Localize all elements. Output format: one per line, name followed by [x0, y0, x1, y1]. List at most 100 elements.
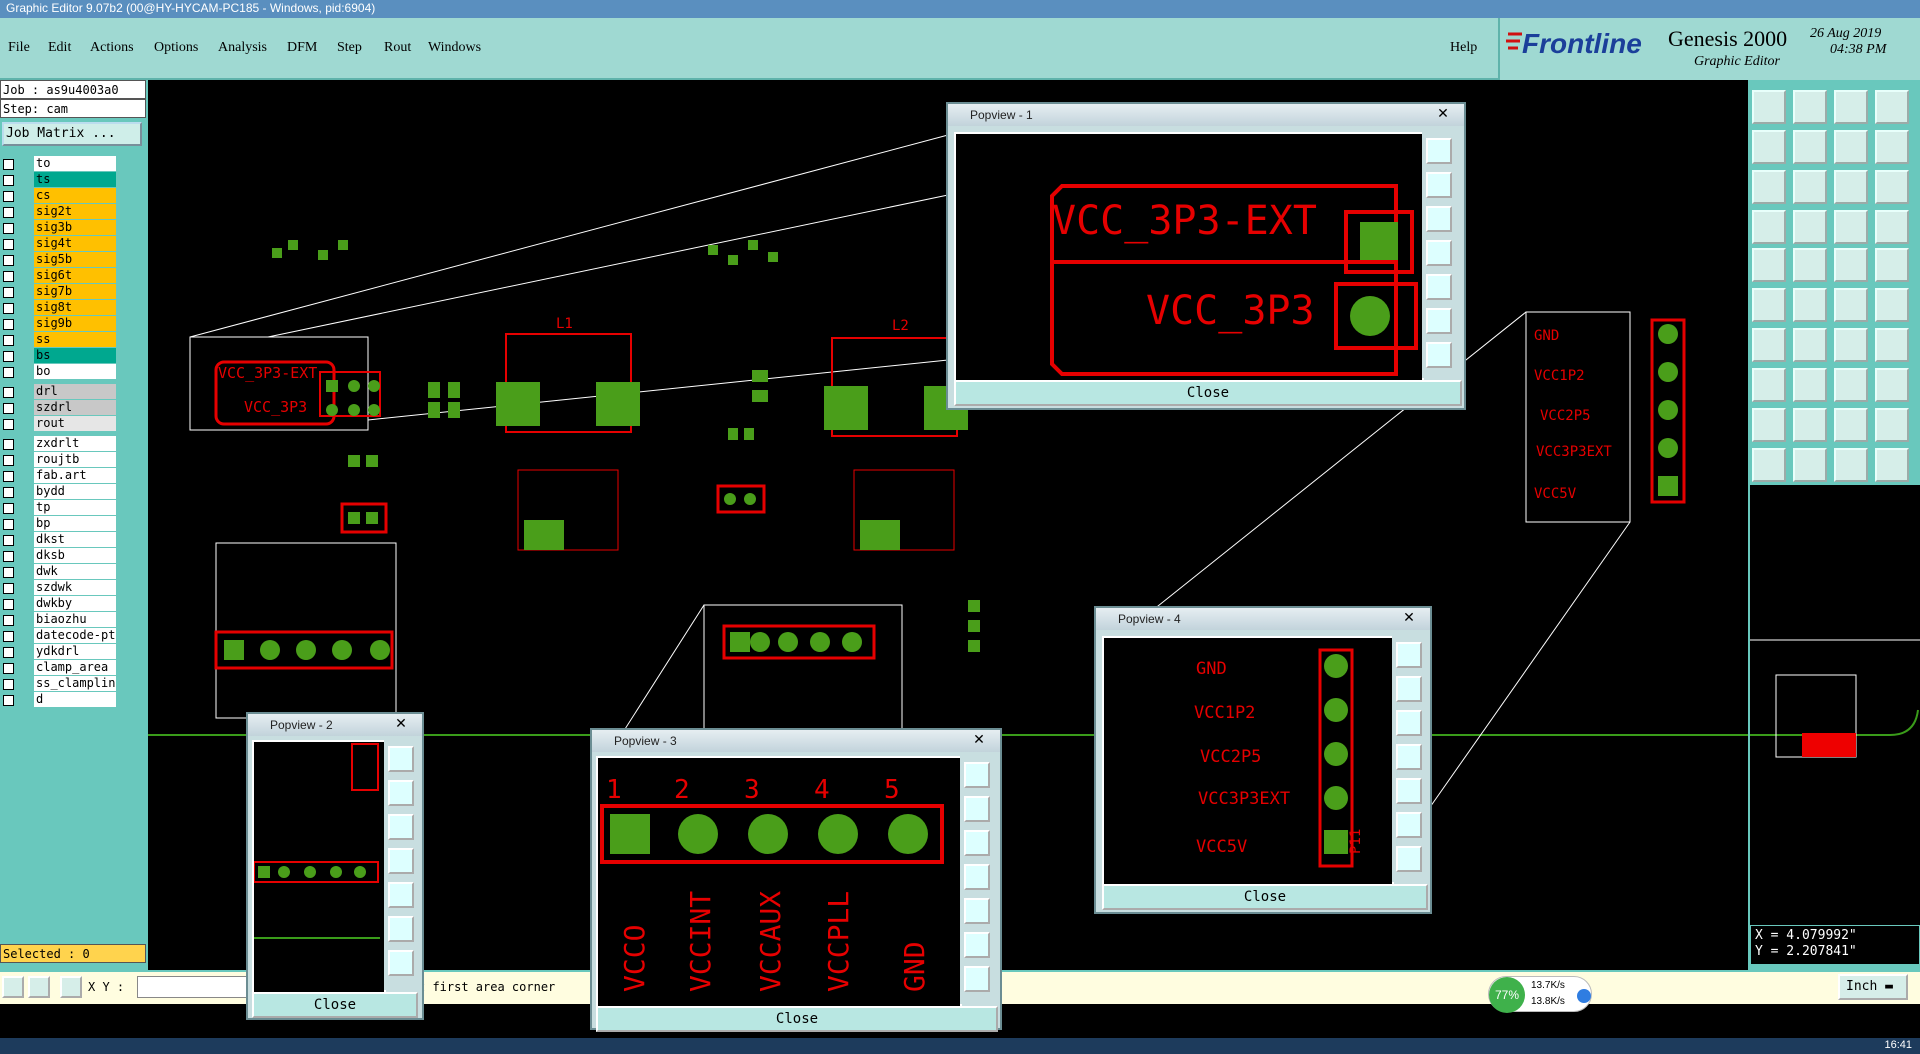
- layer-row[interactable]: sig4t: [0, 236, 116, 251]
- popview-2-zoom-tool-4-icon[interactable]: [388, 848, 414, 874]
- layer-checkbox[interactable]: [3, 599, 14, 610]
- layer-checkbox[interactable]: [3, 319, 14, 330]
- layer-checkbox[interactable]: [3, 567, 14, 578]
- layer-checkbox[interactable]: [3, 191, 14, 202]
- tool-button-1-icon[interactable]: [1752, 90, 1786, 124]
- network-plus-icon[interactable]: [1577, 989, 1591, 1003]
- layer-checkbox[interactable]: [3, 471, 14, 482]
- layer-checkbox[interactable]: [3, 303, 14, 314]
- tool-button-20-icon[interactable]: [1875, 248, 1909, 282]
- menu-actions[interactable]: Actions: [90, 40, 134, 56]
- status-tool-2-icon[interactable]: [28, 976, 50, 998]
- tool-button-3-icon[interactable]: [1834, 90, 1868, 124]
- tool-button-5-icon[interactable]: [1752, 130, 1786, 164]
- menu-dfm[interactable]: DFM: [287, 40, 317, 56]
- popview-2-zoom-tool-3-icon[interactable]: [388, 814, 414, 840]
- layer-row[interactable]: bydd: [0, 484, 116, 499]
- tool-button-33-icon[interactable]: [1752, 408, 1786, 442]
- tool-button-4-icon[interactable]: [1875, 90, 1909, 124]
- menu-file[interactable]: File: [8, 40, 30, 56]
- tool-button-28-icon[interactable]: [1875, 328, 1909, 362]
- popview-4-zoom-tool-3-icon[interactable]: [1396, 710, 1422, 736]
- tool-button-12-icon[interactable]: [1875, 170, 1909, 204]
- job-matrix-button[interactable]: Job Matrix ...: [2, 122, 142, 146]
- popview-3-zoom-tool-2-icon[interactable]: [964, 796, 990, 822]
- layer-row[interactable]: cs: [0, 188, 116, 203]
- layer-row[interactable]: ss: [0, 332, 116, 347]
- popview-4-zoom-tool-7-icon[interactable]: [1396, 846, 1422, 872]
- popview-4-zoom-tool-4-icon[interactable]: [1396, 744, 1422, 770]
- layer-row[interactable]: sig8t: [0, 300, 116, 315]
- layer-checkbox[interactable]: [3, 403, 14, 414]
- popview-2-zoom-tool-5-icon[interactable]: [388, 882, 414, 908]
- layer-row[interactable]: szdrl: [0, 400, 116, 415]
- layer-row[interactable]: sig7b: [0, 284, 116, 299]
- layer-row[interactable]: sig5b: [0, 252, 116, 267]
- layer-checkbox[interactable]: [3, 695, 14, 706]
- tool-button-10-icon[interactable]: [1793, 170, 1827, 204]
- layer-row[interactable]: zxdrlt: [0, 436, 116, 451]
- tool-button-18-icon[interactable]: [1793, 248, 1827, 282]
- layer-row[interactable]: szdwk: [0, 580, 116, 595]
- layer-checkbox[interactable]: [3, 335, 14, 346]
- layer-checkbox[interactable]: [3, 351, 14, 362]
- layer-row[interactable]: sig3b: [0, 220, 116, 235]
- tool-button-30-icon[interactable]: [1793, 368, 1827, 402]
- popview-3-zoom-tool-4-icon[interactable]: [964, 864, 990, 890]
- popview-3-zoom-tool-1-icon[interactable]: [964, 762, 990, 788]
- popview-4-close-icon[interactable]: ✕: [1394, 610, 1424, 626]
- popview-2-close-icon[interactable]: ✕: [386, 716, 416, 732]
- popview-4-close-button[interactable]: Close: [1102, 884, 1428, 910]
- layer-row[interactable]: biaozhu: [0, 612, 116, 627]
- popview-3-zoom-tool-6-icon[interactable]: [964, 932, 990, 958]
- tool-button-17-icon[interactable]: [1752, 248, 1786, 282]
- popview-2-zoom-tool-7-icon[interactable]: [388, 950, 414, 976]
- popview-1-close-button[interactable]: Close: [954, 380, 1462, 406]
- layer-checkbox[interactable]: [3, 387, 14, 398]
- overview-map[interactable]: [1750, 485, 1920, 925]
- layer-checkbox[interactable]: [3, 271, 14, 282]
- layer-row[interactable]: fab.art: [0, 468, 116, 483]
- layer-row[interactable]: dwkby: [0, 596, 116, 611]
- popview-3-close-icon[interactable]: ✕: [964, 732, 994, 748]
- popview-3-canvas[interactable]: 1 2 3 4 5 VCCO VCCINT VCCAUX VCCPLL GND: [596, 756, 962, 1008]
- layer-checkbox[interactable]: [3, 583, 14, 594]
- tool-button-7-icon[interactable]: [1834, 130, 1868, 164]
- layer-row[interactable]: dwk: [0, 564, 116, 579]
- menu-help[interactable]: Help: [1450, 40, 1477, 56]
- tool-button-6-icon[interactable]: [1793, 130, 1827, 164]
- popview-3-close-button[interactable]: Close: [596, 1006, 998, 1032]
- layer-checkbox[interactable]: [3, 223, 14, 234]
- popview-1-canvas[interactable]: VCC_3P3-EXT VCC_3P3: [954, 132, 1424, 382]
- layer-row[interactable]: bs: [0, 348, 116, 363]
- layer-row[interactable]: rout: [0, 416, 116, 431]
- tool-button-8-icon[interactable]: [1875, 130, 1909, 164]
- layer-checkbox[interactable]: [3, 239, 14, 250]
- layer-checkbox[interactable]: [3, 551, 14, 562]
- layer-scrollbar[interactable]: [118, 154, 146, 934]
- tool-button-9-icon[interactable]: [1752, 170, 1786, 204]
- layer-checkbox[interactable]: [3, 175, 14, 186]
- layer-checkbox[interactable]: [3, 255, 14, 266]
- popview-1-zoom-tool-2-icon[interactable]: [1426, 172, 1452, 198]
- tool-button-22-icon[interactable]: [1793, 288, 1827, 322]
- layer-row[interactable]: ss_clamplin: [0, 676, 116, 691]
- tool-button-21-icon[interactable]: [1752, 288, 1786, 322]
- popview-1-zoom-tool-1-icon[interactable]: [1426, 138, 1452, 164]
- menu-analysis[interactable]: Analysis: [218, 40, 267, 56]
- menu-rout[interactable]: Rout: [384, 40, 411, 56]
- layer-checkbox[interactable]: [3, 631, 14, 642]
- tool-button-36-icon[interactable]: [1875, 408, 1909, 442]
- popview-1-zoom-tool-4-icon[interactable]: [1426, 240, 1452, 266]
- tool-button-2-icon[interactable]: [1793, 90, 1827, 124]
- layer-row[interactable]: tp: [0, 500, 116, 515]
- menu-edit[interactable]: Edit: [48, 40, 71, 56]
- popview-4-zoom-tool-5-icon[interactable]: [1396, 778, 1422, 804]
- popview-1-zoom-tool-6-icon[interactable]: [1426, 308, 1452, 334]
- layer-checkbox[interactable]: [3, 679, 14, 690]
- tool-button-34-icon[interactable]: [1793, 408, 1827, 442]
- tool-button-14-icon[interactable]: [1793, 210, 1827, 244]
- layer-row[interactable]: dksb: [0, 548, 116, 563]
- layer-row[interactable]: to: [0, 156, 116, 171]
- popview-4-zoom-tool-1-icon[interactable]: [1396, 642, 1422, 668]
